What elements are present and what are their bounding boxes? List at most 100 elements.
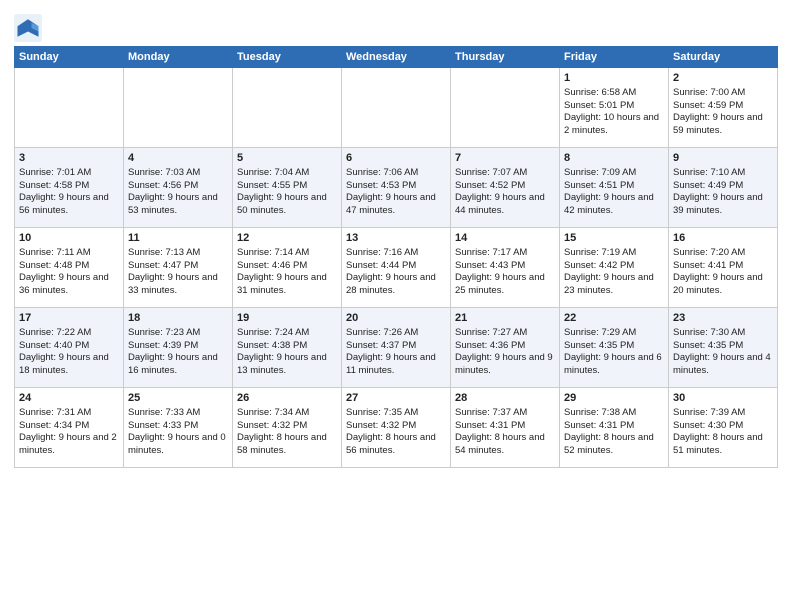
calendar-week: 24Sunrise: 7:31 AMSunset: 4:34 PMDayligh… (15, 388, 778, 468)
day-info: Sunrise: 6:58 AM (564, 87, 664, 100)
calendar-cell: 8Sunrise: 7:09 AMSunset: 4:51 PMDaylight… (560, 148, 669, 228)
calendar-cell: 3Sunrise: 7:01 AMSunset: 4:58 PMDaylight… (15, 148, 124, 228)
day-info: Sunset: 4:53 PM (346, 180, 446, 193)
calendar-body: 1Sunrise: 6:58 AMSunset: 5:01 PMDaylight… (15, 68, 778, 468)
calendar-cell (233, 68, 342, 148)
day-info: Daylight: 8 hours and 52 minutes. (564, 432, 664, 458)
calendar-cell: 15Sunrise: 7:19 AMSunset: 4:42 PMDayligh… (560, 228, 669, 308)
day-info: Daylight: 9 hours and 0 minutes. (128, 432, 228, 458)
day-info: Sunset: 4:55 PM (237, 180, 337, 193)
day-number: 27 (346, 391, 446, 406)
day-info: Sunrise: 7:17 AM (455, 247, 555, 260)
day-number: 15 (564, 231, 664, 246)
day-info: Sunset: 4:38 PM (237, 340, 337, 353)
day-info: Sunset: 4:48 PM (19, 260, 119, 273)
calendar-cell (451, 68, 560, 148)
day-info: Sunrise: 7:01 AM (19, 167, 119, 180)
day-info: Sunrise: 7:19 AM (564, 247, 664, 260)
calendar-cell: 21Sunrise: 7:27 AMSunset: 4:36 PMDayligh… (451, 308, 560, 388)
day-number: 5 (237, 151, 337, 166)
day-number: 14 (455, 231, 555, 246)
day-info: Daylight: 9 hours and 47 minutes. (346, 192, 446, 218)
day-number: 26 (237, 391, 337, 406)
calendar-cell: 22Sunrise: 7:29 AMSunset: 4:35 PMDayligh… (560, 308, 669, 388)
day-info: Daylight: 9 hours and 4 minutes. (673, 352, 773, 378)
calendar-cell: 16Sunrise: 7:20 AMSunset: 4:41 PMDayligh… (669, 228, 778, 308)
day-info: Daylight: 9 hours and 31 minutes. (237, 272, 337, 298)
day-info: Sunset: 4:39 PM (128, 340, 228, 353)
calendar-cell: 17Sunrise: 7:22 AMSunset: 4:40 PMDayligh… (15, 308, 124, 388)
day-info: Sunrise: 7:35 AM (346, 407, 446, 420)
day-header: Tuesday (233, 47, 342, 68)
day-number: 18 (128, 311, 228, 326)
day-info: Sunset: 4:51 PM (564, 180, 664, 193)
calendar-cell: 24Sunrise: 7:31 AMSunset: 4:34 PMDayligh… (15, 388, 124, 468)
day-info: Sunset: 4:52 PM (455, 180, 555, 193)
day-info: Sunset: 4:31 PM (455, 420, 555, 433)
calendar-cell: 6Sunrise: 7:06 AMSunset: 4:53 PMDaylight… (342, 148, 451, 228)
day-info: Sunset: 4:32 PM (237, 420, 337, 433)
day-info: Sunrise: 7:03 AM (128, 167, 228, 180)
calendar-container: SundayMondayTuesdayWednesdayThursdayFrid… (0, 0, 792, 612)
day-info: Daylight: 9 hours and 2 minutes. (19, 432, 119, 458)
day-info: Daylight: 9 hours and 20 minutes. (673, 272, 773, 298)
day-info: Sunset: 4:33 PM (128, 420, 228, 433)
day-info: Daylight: 9 hours and 36 minutes. (19, 272, 119, 298)
day-number: 19 (237, 311, 337, 326)
header (14, 10, 778, 42)
calendar-week: 10Sunrise: 7:11 AMSunset: 4:48 PMDayligh… (15, 228, 778, 308)
day-header: Thursday (451, 47, 560, 68)
header-row: SundayMondayTuesdayWednesdayThursdayFrid… (15, 47, 778, 68)
day-info: Sunset: 4:40 PM (19, 340, 119, 353)
day-number: 24 (19, 391, 119, 406)
calendar-table: SundayMondayTuesdayWednesdayThursdayFrid… (14, 46, 778, 468)
day-info: Sunrise: 7:14 AM (237, 247, 337, 260)
day-info: Daylight: 8 hours and 56 minutes. (346, 432, 446, 458)
day-info: Daylight: 9 hours and 53 minutes. (128, 192, 228, 218)
day-info: Sunset: 4:30 PM (673, 420, 773, 433)
day-number: 25 (128, 391, 228, 406)
calendar-cell (124, 68, 233, 148)
day-info: Daylight: 9 hours and 18 minutes. (19, 352, 119, 378)
day-info: Sunset: 4:37 PM (346, 340, 446, 353)
day-info: Sunrise: 7:39 AM (673, 407, 773, 420)
day-info: Sunrise: 7:38 AM (564, 407, 664, 420)
calendar-cell: 26Sunrise: 7:34 AMSunset: 4:32 PMDayligh… (233, 388, 342, 468)
calendar-cell: 5Sunrise: 7:04 AMSunset: 4:55 PMDaylight… (233, 148, 342, 228)
day-info: Daylight: 9 hours and 59 minutes. (673, 112, 773, 138)
day-info: Daylight: 9 hours and 13 minutes. (237, 352, 337, 378)
calendar-cell (15, 68, 124, 148)
day-number: 4 (128, 151, 228, 166)
day-number: 8 (564, 151, 664, 166)
day-info: Daylight: 8 hours and 51 minutes. (673, 432, 773, 458)
day-number: 7 (455, 151, 555, 166)
day-info: Sunrise: 7:27 AM (455, 327, 555, 340)
calendar-cell: 28Sunrise: 7:37 AMSunset: 4:31 PMDayligh… (451, 388, 560, 468)
day-header: Monday (124, 47, 233, 68)
day-info: Sunrise: 7:31 AM (19, 407, 119, 420)
day-info: Sunrise: 7:16 AM (346, 247, 446, 260)
day-info: Sunset: 4:44 PM (346, 260, 446, 273)
calendar-header: SundayMondayTuesdayWednesdayThursdayFrid… (15, 47, 778, 68)
day-number: 6 (346, 151, 446, 166)
calendar-cell: 4Sunrise: 7:03 AMSunset: 4:56 PMDaylight… (124, 148, 233, 228)
day-info: Daylight: 9 hours and 16 minutes. (128, 352, 228, 378)
day-info: Sunrise: 7:34 AM (237, 407, 337, 420)
day-info: Daylight: 9 hours and 11 minutes. (346, 352, 446, 378)
calendar-cell: 20Sunrise: 7:26 AMSunset: 4:37 PMDayligh… (342, 308, 451, 388)
day-info: Daylight: 8 hours and 54 minutes. (455, 432, 555, 458)
calendar-cell: 7Sunrise: 7:07 AMSunset: 4:52 PMDaylight… (451, 148, 560, 228)
calendar-cell: 27Sunrise: 7:35 AMSunset: 4:32 PMDayligh… (342, 388, 451, 468)
day-info: Daylight: 10 hours and 2 minutes. (564, 112, 664, 138)
calendar-cell: 2Sunrise: 7:00 AMSunset: 4:59 PMDaylight… (669, 68, 778, 148)
day-info: Sunrise: 7:37 AM (455, 407, 555, 420)
day-info: Sunrise: 7:10 AM (673, 167, 773, 180)
day-info: Daylight: 9 hours and 23 minutes. (564, 272, 664, 298)
day-info: Sunset: 4:58 PM (19, 180, 119, 193)
calendar-week: 17Sunrise: 7:22 AMSunset: 4:40 PMDayligh… (15, 308, 778, 388)
day-header: Wednesday (342, 47, 451, 68)
day-info: Sunset: 4:41 PM (673, 260, 773, 273)
day-number: 1 (564, 71, 664, 86)
day-info: Sunset: 4:49 PM (673, 180, 773, 193)
calendar-cell: 25Sunrise: 7:33 AMSunset: 4:33 PMDayligh… (124, 388, 233, 468)
